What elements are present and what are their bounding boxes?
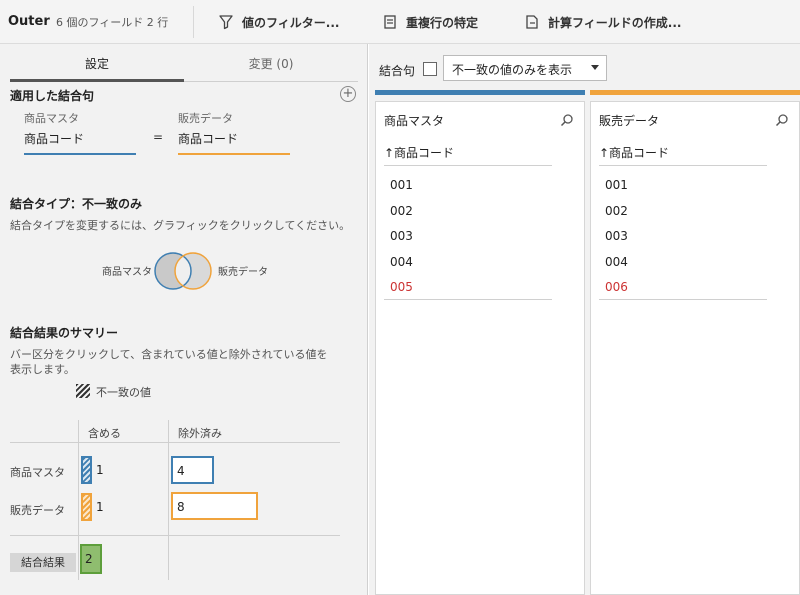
value-display-dropdown[interactable]: 不一致の値のみを表示	[443, 55, 607, 81]
duplicate-rows-icon	[384, 15, 396, 29]
left-table-unmatched-value[interactable]: 005	[390, 280, 413, 294]
right-table-value[interactable]: 001	[605, 178, 628, 192]
clause-right-table: 販売データ	[178, 112, 233, 125]
tab-settings[interactable]: 設定	[10, 48, 184, 82]
join-type-venn-diagram[interactable]	[153, 251, 215, 291]
left-table-value[interactable]: 001	[390, 178, 413, 192]
excluded-column-header: 除外済み	[178, 427, 222, 440]
applied-clauses-title: 適用した結合句	[10, 89, 95, 103]
left-table-value[interactable]: 004	[390, 255, 413, 269]
join-type-title: 結合タイプ：不一致のみ	[10, 197, 143, 211]
summary-row-label-left-table: 商品マスタ	[10, 466, 65, 479]
right-table-value[interactable]: 003	[605, 229, 628, 243]
search-icon[interactable]	[560, 113, 574, 127]
right-table-included-bar[interactable]	[81, 493, 92, 521]
step-meta: 6 個のフィールド 2 行	[56, 16, 169, 29]
identify-duplicates-button[interactable]: 重複行の特定	[382, 12, 478, 32]
join-result-label: 結合結果	[10, 553, 76, 572]
create-calculated-field-label: 計算フィールドの作成...	[548, 15, 682, 30]
clause-left-field[interactable]: 商品コード	[24, 130, 136, 155]
left-table-value[interactable]: 003	[390, 229, 413, 243]
left-table-column-header[interactable]: ↑商品コード	[384, 144, 552, 166]
right-table-value[interactable]: 004	[605, 255, 628, 269]
search-icon[interactable]	[775, 113, 789, 127]
settings-tabs: 設定 変更 (0)	[10, 48, 358, 82]
value-display-selected: 不一致の値のみを表示	[452, 63, 573, 77]
left-table-color-strip	[375, 90, 585, 95]
left-table-excluded-bar[interactable]: 4	[171, 456, 214, 484]
summary-row-label-right-table: 販売データ	[10, 504, 65, 517]
right-table-column-header[interactable]: ↑商品コード	[599, 144, 767, 166]
summary-description-line1: バー区分をクリックして、含まれている値と除外されている値を	[10, 348, 328, 361]
right-table-unmatched-value[interactable]: 006	[605, 280, 628, 294]
clause-left-table: 商品マスタ	[24, 112, 79, 125]
identify-duplicates-label: 重複行の特定	[406, 15, 479, 30]
venn-right-label: 販売データ	[218, 267, 268, 278]
summary-grid-line	[78, 420, 79, 580]
unmatched-legend-label: 不一致の値	[96, 386, 151, 399]
toolbar-divider	[193, 6, 194, 38]
filter-values-label: 値のフィルター...	[242, 15, 340, 30]
summary-grid-line	[10, 535, 340, 536]
right-table-color-strip	[590, 90, 800, 95]
join-type-description: 結合タイプを変更するには、グラフィックをクリックしてください。	[10, 219, 351, 232]
left-table-value[interactable]: 002	[390, 204, 413, 218]
right-table-list-end	[599, 299, 767, 300]
toolbar: Outer 6 個のフィールド 2 行 値のフィルター... 重複行の特定 計算…	[0, 0, 800, 44]
join-result-bar[interactable]: 2	[80, 544, 102, 574]
included-column-header: 含める	[88, 427, 121, 440]
create-calculated-field-button[interactable]: 計算フィールドの作成...	[524, 12, 681, 32]
left-table-included-count: 1	[96, 463, 104, 477]
clause-right-field[interactable]: 商品コード	[178, 130, 290, 155]
right-table-excluded-bar[interactable]: 8	[171, 492, 258, 520]
step-name[interactable]: Outer	[8, 14, 50, 29]
right-table-value[interactable]: 002	[605, 204, 628, 218]
left-table-card-title: 商品マスタ	[384, 114, 445, 128]
left-table-included-bar[interactable]	[81, 456, 92, 484]
show-clause-checkbox[interactable]	[423, 62, 437, 76]
chevron-down-icon	[591, 65, 599, 70]
unmatched-legend-swatch	[76, 384, 90, 398]
filter-icon	[219, 15, 233, 30]
left-table-card: 商品マスタ ↑商品コード 001 002 003 004 005	[375, 101, 585, 595]
calculated-field-icon	[526, 15, 538, 29]
filter-values-button[interactable]: 値のフィルター...	[218, 12, 339, 32]
add-clause-icon[interactable]: +	[340, 86, 356, 102]
summary-description-line2: 表示します。	[10, 363, 75, 376]
summary-grid-line	[10, 442, 340, 443]
summary-title: 結合結果のサマリー	[10, 326, 119, 340]
right-table-card: 販売データ ↑商品コード 001 002 003 004 006	[590, 101, 800, 595]
clause-operator[interactable]: =	[153, 130, 163, 144]
venn-left-label: 商品マスタ	[102, 267, 152, 278]
summary-grid-line	[168, 420, 169, 580]
right-table-included-count: 1	[96, 500, 104, 514]
clause-section-label: 結合句	[379, 64, 416, 78]
join-clause-detail-area: 結合句 不一致の値のみを表示 商品マスタ ↑商品コード 001 002 003 …	[369, 44, 800, 595]
right-table-card-title: 販売データ	[599, 114, 660, 128]
tab-changes[interactable]: 変更 (0)	[184, 48, 358, 82]
left-table-list-end	[384, 299, 552, 300]
